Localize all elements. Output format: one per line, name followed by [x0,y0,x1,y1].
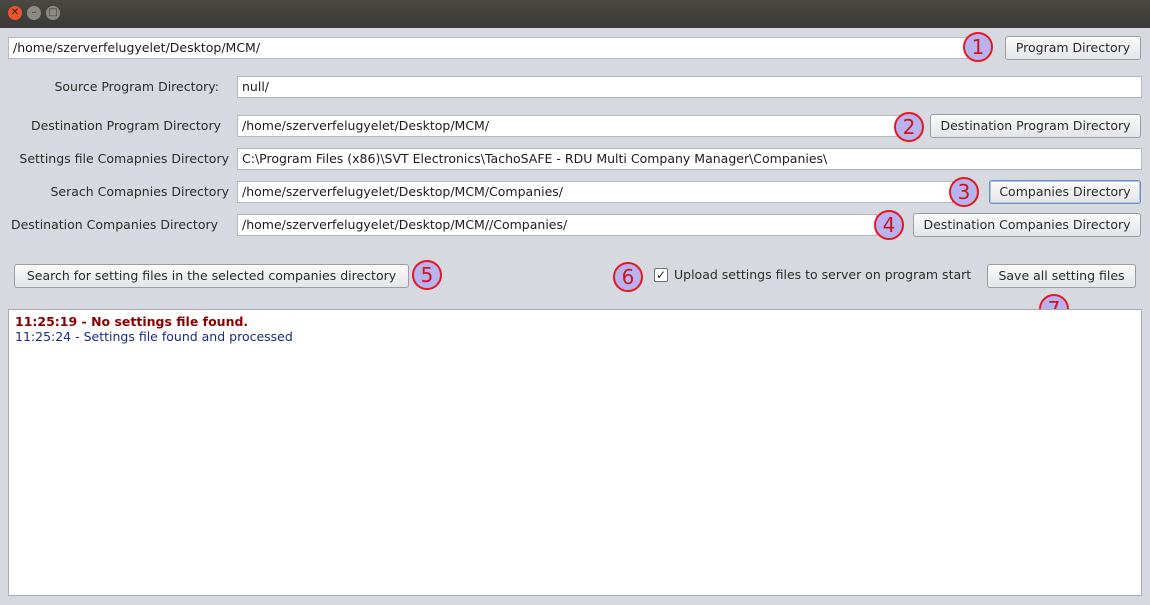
annotation-badge-3: 3 [949,177,979,207]
window-maximize-icon[interactable]: □ [46,6,60,20]
app-window: ✕ – □ /home/szerverfelugyelet/Desktop/MC… [0,0,1150,605]
source-program-directory-label: Source Program Directory: [54,79,219,94]
log-line: 11:25:24 - Settings file found and proce… [15,329,293,344]
settings-file-companies-directory-input[interactable]: C:\Program Files (x86)\SVT Electronics\T… [237,148,1142,170]
annotation-badge-6: 6 [613,262,643,292]
search-setting-files-button[interactable]: Search for setting files in the selected… [14,264,409,288]
destination-companies-directory-label: Destination Companies Directory [10,217,218,232]
annotation-badge-1: 1 [963,32,993,62]
log-text-area[interactable]: 11:25:19 - No settings file found. 11:25… [8,309,1142,596]
annotation-badge-5: 5 [412,260,442,290]
program-directory-button[interactable]: Program Directory [1005,36,1141,60]
upload-settings-checkbox[interactable]: ✓ [654,268,668,282]
search-companies-directory-input[interactable]: /home/szerverfelugyelet/Desktop/MCM/Comp… [237,181,953,203]
title-bar: ✕ – □ [0,0,1150,28]
companies-directory-button[interactable]: Companies Directory [989,180,1141,204]
destination-companies-directory-input[interactable]: /home/szerverfelugyelet/Desktop/MCM//Com… [237,214,877,236]
upload-settings-label: Upload settings files to server on progr… [674,267,972,282]
search-companies-directory-label: Serach Comapnies Directory [50,184,229,199]
source-program-directory-input[interactable]: null/ [237,76,1142,98]
destination-program-directory-input[interactable]: /home/szerverfelugyelet/Desktop/MCM/ [237,115,900,137]
window-minimize-icon[interactable]: – [27,6,41,20]
save-all-setting-files-button[interactable]: Save all setting files [987,264,1136,288]
window-close-icon[interactable]: ✕ [8,6,22,20]
destination-program-directory-button[interactable]: Destination Program Directory [930,114,1141,138]
destination-companies-directory-button[interactable]: Destination Companies Directory [913,213,1141,237]
program-directory-input[interactable]: /home/szerverfelugyelet/Desktop/MCM/ [8,37,968,59]
annotation-badge-2: 2 [894,112,924,142]
destination-program-directory-label: Destination Program Directory [30,118,221,133]
log-line: 11:25:19 - No settings file found. [15,314,249,329]
settings-file-companies-directory-label: Settings file Comapnies Directory [19,151,229,166]
annotation-badge-4: 4 [874,210,904,240]
